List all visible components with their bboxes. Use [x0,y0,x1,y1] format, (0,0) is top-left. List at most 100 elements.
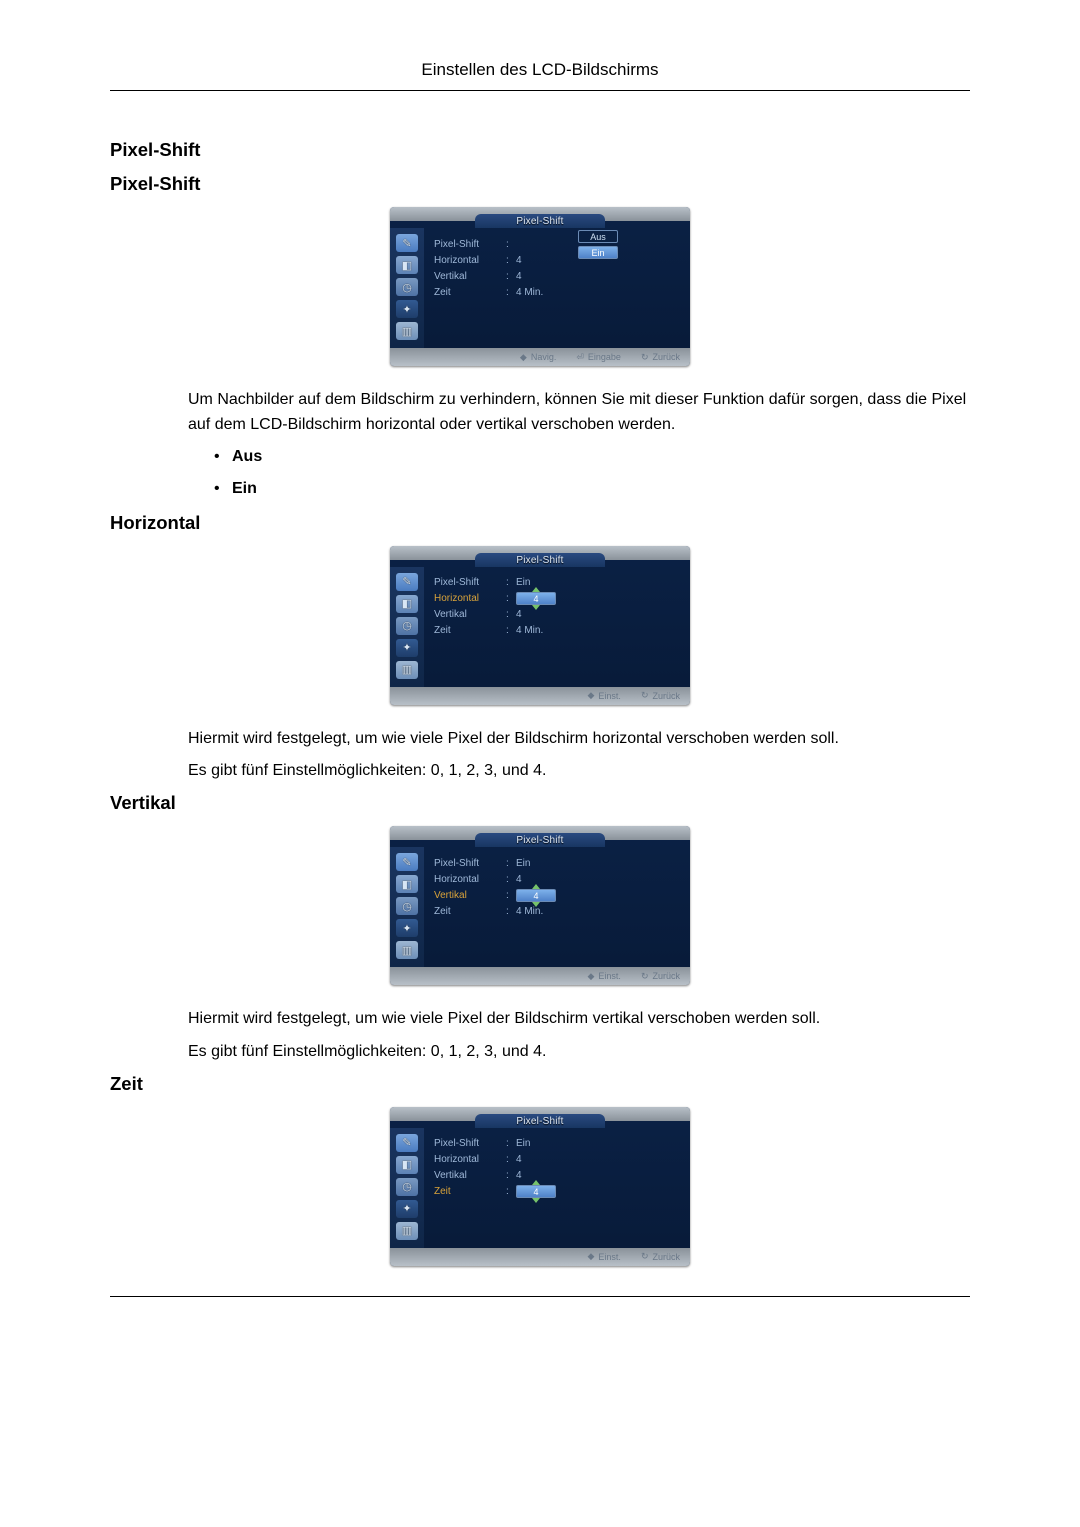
osd-value: 4 [516,271,680,282]
section2-title: Horizontal [110,512,970,534]
osd-panel-3: Pixel-Shift ✎ ◧ ◷ ✦ ▥ Pixel-Shift : Ein … [390,826,690,985]
osd-label: Pixel-Shift [434,577,502,588]
osd-panel-4: Pixel-Shift ✎ ◧ ◷ ✦ ▥ Pixel-Shift : Ein … [390,1107,690,1266]
osd-value: 4 Min. [516,625,680,636]
footer-zurueck: ↻ Zurück [641,971,680,982]
osd-value: 4 [516,1154,680,1165]
arrow-down-icon[interactable] [532,1198,540,1203]
osd-sidebar: ✎ ◧ ◷ ✦ ▥ [390,228,424,348]
osd-panel-2: Pixel-Shift ✎ ◧ ◷ ✦ ▥ Pixel-Shift : Ein … [390,546,690,705]
gear-icon[interactable]: ✦ [396,300,418,318]
section3-title: Vertikal [110,792,970,814]
section1-bullets: Aus Ein [214,448,970,498]
osd-panel-1: Pixel-Shift ✎ ◧ ◷ ✦ ▥ Pixel-Shift : Aus … [390,207,690,366]
gear-icon[interactable]: ✦ [396,1200,418,1218]
clock-icon[interactable]: ◷ [396,617,418,635]
page-header-title: Einstellen des LCD-Bildschirms [421,60,658,79]
footer-einst: ◆ Einst. [588,1251,621,1262]
osd-footer: ◆ Einst. ↻ Zurück [390,967,690,985]
osd-label: Pixel-Shift [434,1138,502,1149]
osd-row-horizontal[interactable]: Horizontal : 4 [434,591,680,607]
gear-icon[interactable]: ✦ [396,639,418,657]
osd-sidebar: ✎ ◧ ◷ ✦ ▥ [390,567,424,687]
clock-icon[interactable]: ◷ [396,897,418,915]
osd-row-horizontal[interactable]: Horizontal : 4 [434,1152,680,1168]
osd-row-pixelshift[interactable]: Pixel-Shift : Ein [434,855,680,871]
value-box[interactable]: 4 [516,1185,556,1198]
osd-label: Zeit [434,906,502,917]
footer-navig: ◆ Navig. [520,352,556,363]
osd-label: Vertikal [434,609,502,620]
osd-label: Zeit [434,287,502,298]
osd-label: Horizontal [434,1154,502,1165]
osd-value: 4 [516,609,680,620]
osd-label: Pixel-Shift [434,858,502,869]
osd-row-zeit[interactable]: Zeit : 4 Min. [434,903,680,919]
bullet-ein: Ein [214,480,970,498]
footer-zurueck: ↻ Zurück [641,352,680,363]
clock-icon[interactable]: ◷ [396,278,418,296]
section1-subtitle: Pixel-Shift [110,173,970,195]
osd-menu: Pixel-Shift : Aus Ein Horizontal : 4 Ver… [424,228,690,348]
puzzle-icon[interactable]: ✎ [396,853,418,871]
section3-desc2: Es gibt fünf Einstellmöglichkeiten: 0, 1… [188,1040,970,1065]
osd-value: 4 [516,255,680,266]
osd-sidebar: ✎ ◧ ◷ ✦ ▥ [390,847,424,967]
osd-row-pixelshift[interactable]: Pixel-Shift : Ein [434,1136,680,1152]
osd-value: 4 Min. [516,906,680,917]
chart-icon[interactable]: ▥ [396,941,418,959]
cube-icon[interactable]: ◧ [396,875,418,893]
osd-label: Pixel-Shift [434,239,502,250]
osd-footer: ◆ Einst. ↻ Zurück [390,1248,690,1266]
chart-icon[interactable]: ▥ [396,1222,418,1240]
section1-title: Pixel-Shift [110,139,970,161]
section2-desc1: Hiermit wird festgelegt, um wie viele Pi… [188,727,970,752]
chart-icon[interactable]: ▥ [396,322,418,340]
footer-einst: ◆ Einst. [588,971,621,982]
osd-title: Pixel-Shift [475,214,605,228]
osd-row-zeit[interactable]: Zeit : 4 [434,1184,680,1200]
osd-label: Vertikal [434,890,502,901]
osd-row-vertikal[interactable]: Vertikal : 4 [434,887,680,903]
option-aus[interactable]: Aus [578,230,618,243]
section2-desc2: Es gibt fünf Einstellmöglichkeiten: 0, 1… [188,759,970,784]
osd-label: Horizontal [434,874,502,885]
osd-menu: Pixel-Shift : Ein Horizontal : 4 Vertika… [424,847,690,967]
osd-row-vertikal[interactable]: Vertikal : 4 [434,268,680,284]
puzzle-icon[interactable]: ✎ [396,573,418,591]
osd-row-zeit[interactable]: Zeit : 4 Min. [434,623,680,639]
page-footer-rule [110,1296,970,1297]
value-box[interactable]: 4 [516,592,556,605]
osd-menu: Pixel-Shift : Ein Horizontal : 4 Vertika… [424,1128,690,1248]
osd-label: Vertikal [434,271,502,282]
section3-desc1: Hiermit wird festgelegt, um wie viele Pi… [188,1007,970,1032]
arrow-up-icon[interactable] [532,884,540,889]
value-box[interactable]: 4 [516,889,556,902]
osd-label: Zeit [434,1186,502,1197]
puzzle-icon[interactable]: ✎ [396,234,418,252]
osd-label: Horizontal [434,593,502,604]
osd-row-vertikal[interactable]: Vertikal : 4 [434,607,680,623]
osd-label: Zeit [434,625,502,636]
osd-footer: ◆ Einst. ↻ Zurück [390,687,690,705]
footer-einst: ◆ Einst. [588,690,621,701]
bullet-aus: Aus [214,448,970,466]
osd-label: Vertikal [434,1170,502,1181]
osd-title: Pixel-Shift [475,1114,605,1128]
osd-row-zeit[interactable]: Zeit : 4 Min. [434,284,680,300]
clock-icon[interactable]: ◷ [396,1178,418,1196]
cube-icon[interactable]: ◧ [396,1156,418,1174]
osd-menu: Pixel-Shift : Ein Horizontal : 4 [424,567,690,687]
osd-value: Ein [516,858,680,869]
osd-title: Pixel-Shift [475,833,605,847]
cube-icon[interactable]: ◧ [396,595,418,613]
footer-zurueck: ↻ Zurück [641,690,680,701]
chart-icon[interactable]: ▥ [396,661,418,679]
osd-value: 4 Min. [516,287,680,298]
osd-row-pixelshift[interactable]: Pixel-Shift : Aus Ein [434,236,680,252]
cube-icon[interactable]: ◧ [396,256,418,274]
osd-row-horizontal[interactable]: Horizontal : 4 [434,252,680,268]
puzzle-icon[interactable]: ✎ [396,1134,418,1152]
gear-icon[interactable]: ✦ [396,919,418,937]
osd-title: Pixel-Shift [475,553,605,567]
